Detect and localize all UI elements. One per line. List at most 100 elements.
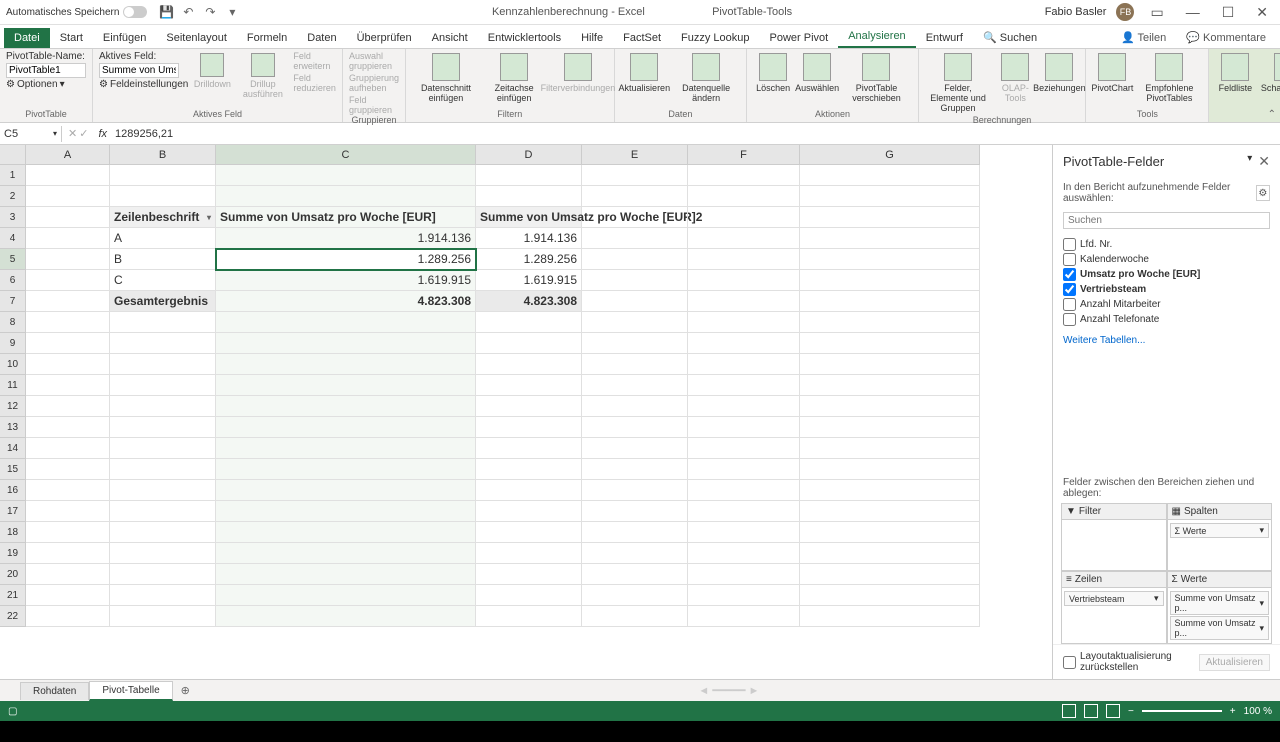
select-button[interactable]: Auswählen — [797, 51, 837, 95]
cell-A2[interactable] — [26, 186, 110, 207]
ribbon-mode-icon[interactable]: ▭ — [1144, 2, 1169, 23]
cell-B19[interactable] — [110, 543, 216, 564]
cell-D15[interactable] — [476, 459, 582, 480]
cell-E20[interactable] — [582, 564, 688, 585]
values-area[interactable]: ΣWerte Summe von Umsatz p...▾ Summe von … — [1167, 571, 1273, 644]
cell-A13[interactable] — [26, 417, 110, 438]
share-button[interactable]: 👤 Teilen — [1111, 27, 1176, 48]
cell-C11[interactable] — [216, 375, 476, 396]
cell-F11[interactable] — [688, 375, 800, 396]
cell-C12[interactable] — [216, 396, 476, 417]
row-header-3[interactable]: 3 — [0, 207, 26, 228]
redo-icon[interactable]: ↷ — [203, 5, 217, 19]
cell-E13[interactable] — [582, 417, 688, 438]
cell-D10[interactable] — [476, 354, 582, 375]
tab-review[interactable]: Überprüfen — [347, 28, 422, 48]
cell-A5[interactable] — [26, 249, 110, 270]
move-button[interactable]: PivotTable verschieben — [841, 51, 912, 105]
cell-D11[interactable] — [476, 375, 582, 396]
row-header-18[interactable]: 18 — [0, 522, 26, 543]
slicer-button[interactable]: Datenschnitt einfügen — [412, 51, 480, 105]
cell-E14[interactable] — [582, 438, 688, 459]
sheet-tab-pivot[interactable]: Pivot-Tabelle — [89, 681, 172, 701]
row-header-19[interactable]: 19 — [0, 543, 26, 564]
row-header-20[interactable]: 20 — [0, 564, 26, 585]
tab-help[interactable]: Hilfe — [571, 28, 613, 48]
col-header-B[interactable]: B — [110, 145, 216, 165]
cell-D21[interactable] — [476, 585, 582, 606]
cell-C21[interactable] — [216, 585, 476, 606]
cell-E4[interactable] — [582, 228, 688, 249]
row-header-14[interactable]: 14 — [0, 438, 26, 459]
name-box[interactable]: C5▾ — [0, 126, 62, 142]
cell-E17[interactable] — [582, 501, 688, 522]
minimize-icon[interactable]: — — [1180, 2, 1206, 22]
cell-E19[interactable] — [582, 543, 688, 564]
cell-B22[interactable] — [110, 606, 216, 627]
cell-F3[interactable] — [688, 207, 800, 228]
cell-G20[interactable] — [800, 564, 980, 585]
cell-F6[interactable] — [688, 270, 800, 291]
change-source-button[interactable]: Datenquelle ändern — [672, 51, 740, 105]
value-item[interactable]: Summe von Umsatz p...▾ — [1170, 616, 1270, 640]
cell-B11[interactable] — [110, 375, 216, 396]
fieldlist-button[interactable]: Feldliste — [1215, 51, 1255, 95]
cell-G2[interactable] — [800, 186, 980, 207]
cell-G12[interactable] — [800, 396, 980, 417]
cell-E7[interactable] — [582, 291, 688, 312]
cell-D16[interactable] — [476, 480, 582, 501]
value-item[interactable]: Summe von Umsatz p...▾ — [1170, 591, 1270, 615]
comments-button[interactable]: 💬 Kommentare — [1176, 27, 1276, 48]
cell-E3[interactable] — [582, 207, 688, 228]
row-header-22[interactable]: 22 — [0, 606, 26, 627]
cell-G15[interactable] — [800, 459, 980, 480]
field-item[interactable]: Umsatz pro Woche [EUR] — [1063, 267, 1270, 282]
cell-G21[interactable] — [800, 585, 980, 606]
row-header-10[interactable]: 10 — [0, 354, 26, 375]
cell-G19[interactable] — [800, 543, 980, 564]
pt-name-input[interactable] — [6, 63, 86, 78]
row-header-12[interactable]: 12 — [0, 396, 26, 417]
cell-A6[interactable] — [26, 270, 110, 291]
cell-F19[interactable] — [688, 543, 800, 564]
cell-C16[interactable] — [216, 480, 476, 501]
cell-A18[interactable] — [26, 522, 110, 543]
cell-B6[interactable]: C — [110, 270, 216, 291]
cell-B21[interactable] — [110, 585, 216, 606]
cell-G11[interactable] — [800, 375, 980, 396]
tab-dev[interactable]: Entwicklertools — [478, 28, 571, 48]
cell-E6[interactable] — [582, 270, 688, 291]
field-settings-button[interactable]: ⚙ Feldeinstellungen — [99, 79, 188, 90]
cell-A11[interactable] — [26, 375, 110, 396]
field-checkbox[interactable] — [1063, 283, 1076, 296]
row-header-9[interactable]: 9 — [0, 333, 26, 354]
cell-G17[interactable] — [800, 501, 980, 522]
cell-D3[interactable]: Summe von Umsatz pro Woche [EUR]2 — [476, 207, 582, 228]
row-header-15[interactable]: 15 — [0, 459, 26, 480]
cell-B1[interactable] — [110, 165, 216, 186]
timeline-button[interactable]: Zeitachse einfügen — [484, 51, 544, 105]
zoom-level[interactable]: 100 % — [1244, 706, 1272, 717]
tab-data[interactable]: Daten — [297, 28, 346, 48]
clear-button[interactable]: Löschen — [753, 51, 793, 95]
tab-fuzzy[interactable]: Fuzzy Lookup — [671, 28, 759, 48]
row-header-1[interactable]: 1 — [0, 165, 26, 186]
tab-search[interactable]: 🔍 Suchen — [973, 27, 1047, 48]
cell-B17[interactable] — [110, 501, 216, 522]
row-header-5[interactable]: 5 — [0, 249, 26, 270]
cell-A19[interactable] — [26, 543, 110, 564]
cell-F8[interactable] — [688, 312, 800, 333]
add-sheet-icon[interactable]: ⊕ — [173, 681, 198, 700]
field-item[interactable]: Lfd. Nr. — [1063, 237, 1270, 252]
fields-items-button[interactable]: Felder, Elemente und Gruppen — [925, 51, 992, 115]
cell-A9[interactable] — [26, 333, 110, 354]
cell-C14[interactable] — [216, 438, 476, 459]
select-all-corner[interactable] — [0, 145, 26, 165]
view-layout-icon[interactable] — [1084, 704, 1098, 718]
sheet-tab-rohdaten[interactable]: Rohdaten — [20, 682, 89, 700]
cell-B13[interactable] — [110, 417, 216, 438]
tab-analyze[interactable]: Analysieren — [838, 26, 915, 48]
cell-D20[interactable] — [476, 564, 582, 585]
filter-area[interactable]: ▼Filter — [1061, 503, 1167, 571]
cell-E12[interactable] — [582, 396, 688, 417]
